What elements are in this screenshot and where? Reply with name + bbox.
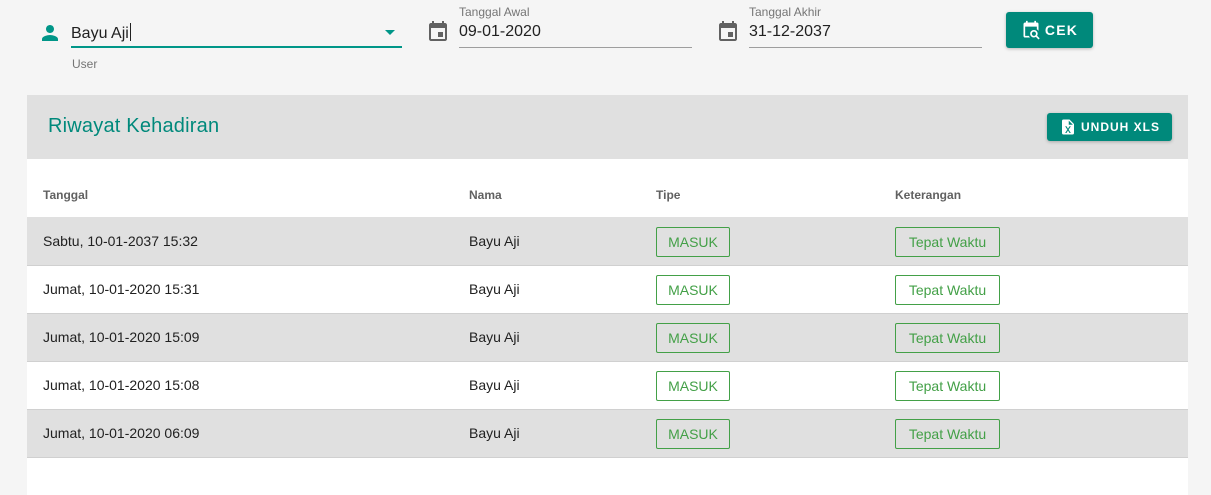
attendance-card: Riwayat Kehadiran UNDUH XLS Tanggal Nama… bbox=[27, 95, 1188, 495]
start-date-label: Tanggal Awal bbox=[459, 5, 530, 19]
cell-tanggal: Jumat, 10-01-2020 15:08 bbox=[43, 377, 200, 393]
start-date-field[interactable]: Tanggal Awal 09-01-2020 bbox=[420, 0, 700, 60]
excel-file-icon bbox=[1059, 117, 1077, 137]
start-date-input[interactable]: 09-01-2020 bbox=[459, 23, 541, 41]
card-header: Riwayat Kehadiran UNDUH XLS bbox=[27, 95, 1188, 159]
status-chip: Tepat Waktu bbox=[895, 419, 1000, 449]
user-hint: User bbox=[72, 57, 98, 71]
status-chip: Tepat Waktu bbox=[895, 323, 1000, 353]
cell-nama: Bayu Aji bbox=[469, 377, 520, 393]
end-date-input[interactable]: 31-12-2037 bbox=[749, 23, 831, 41]
status-chip: Tepat Waktu bbox=[895, 275, 1000, 305]
column-header-tanggal[interactable]: Tanggal bbox=[43, 188, 88, 202]
table-row[interactable]: Jumat, 10-01-2020 15:31 Bayu Aji MASUK T… bbox=[27, 266, 1188, 314]
cell-nama: Bayu Aji bbox=[469, 281, 520, 297]
status-chip: Tepat Waktu bbox=[895, 227, 1000, 257]
cell-nama: Bayu Aji bbox=[469, 233, 520, 249]
calendar-icon[interactable] bbox=[716, 20, 740, 44]
user-input[interactable]: Bayu Aji bbox=[71, 23, 131, 43]
text-caret bbox=[129, 23, 131, 41]
cell-tanggal: Jumat, 10-01-2020 15:09 bbox=[43, 329, 200, 345]
cell-nama: Bayu Aji bbox=[469, 425, 520, 441]
cell-tanggal: Sabtu, 10-01-2037 15:32 bbox=[43, 233, 198, 249]
user-select[interactable]: Bayu Aji User bbox=[0, 0, 410, 80]
download-xls-button[interactable]: UNDUH XLS bbox=[1047, 113, 1172, 141]
cell-tanggal: Jumat, 10-01-2020 06:09 bbox=[43, 425, 200, 441]
column-header-nama[interactable]: Nama bbox=[469, 188, 502, 202]
end-date-underline bbox=[749, 47, 982, 48]
column-header-keterangan[interactable]: Keterangan bbox=[895, 188, 961, 202]
cell-tanggal: Jumat, 10-01-2020 15:31 bbox=[43, 281, 200, 297]
type-chip: MASUK bbox=[656, 419, 730, 449]
type-chip: MASUK bbox=[656, 275, 730, 305]
type-chip: MASUK bbox=[656, 323, 730, 353]
table-row[interactable]: Jumat, 10-01-2020 15:08 Bayu Aji MASUK T… bbox=[27, 362, 1188, 410]
check-button[interactable]: CEK bbox=[1006, 12, 1093, 48]
end-date-label: Tanggal Akhir bbox=[749, 5, 822, 19]
chevron-down-icon[interactable] bbox=[385, 30, 395, 35]
end-date-field[interactable]: Tanggal Akhir 31-12-2037 bbox=[710, 0, 990, 60]
table-row[interactable]: Sabtu, 10-01-2037 15:32 Bayu Aji MASUK T… bbox=[27, 218, 1188, 266]
filter-bar: Bayu Aji User Tanggal Awal 09-01-2020 Ta… bbox=[0, 0, 1211, 90]
check-button-label: CEK bbox=[1044, 22, 1079, 38]
card-title: Riwayat Kehadiran bbox=[48, 115, 220, 137]
type-chip: MASUK bbox=[656, 371, 730, 401]
download-xls-label: UNDUH XLS bbox=[1080, 120, 1160, 134]
user-underline bbox=[71, 46, 402, 48]
cell-nama: Bayu Aji bbox=[469, 329, 520, 345]
user-input-value: Bayu Aji bbox=[71, 25, 129, 42]
calendar-icon[interactable] bbox=[426, 20, 450, 44]
status-chip: Tepat Waktu bbox=[895, 371, 1000, 401]
type-chip: MASUK bbox=[656, 227, 730, 257]
table-header: Tanggal Nama Tipe Keterangan bbox=[27, 159, 1188, 218]
person-icon bbox=[38, 21, 62, 45]
table-row[interactable]: Jumat, 10-01-2020 06:09 Bayu Aji MASUK T… bbox=[27, 410, 1188, 458]
start-date-underline bbox=[459, 47, 692, 48]
table-row[interactable]: Jumat, 10-01-2020 15:09 Bayu Aji MASUK T… bbox=[27, 314, 1188, 362]
column-header-tipe[interactable]: Tipe bbox=[656, 188, 680, 202]
calendar-search-icon bbox=[1021, 20, 1041, 40]
